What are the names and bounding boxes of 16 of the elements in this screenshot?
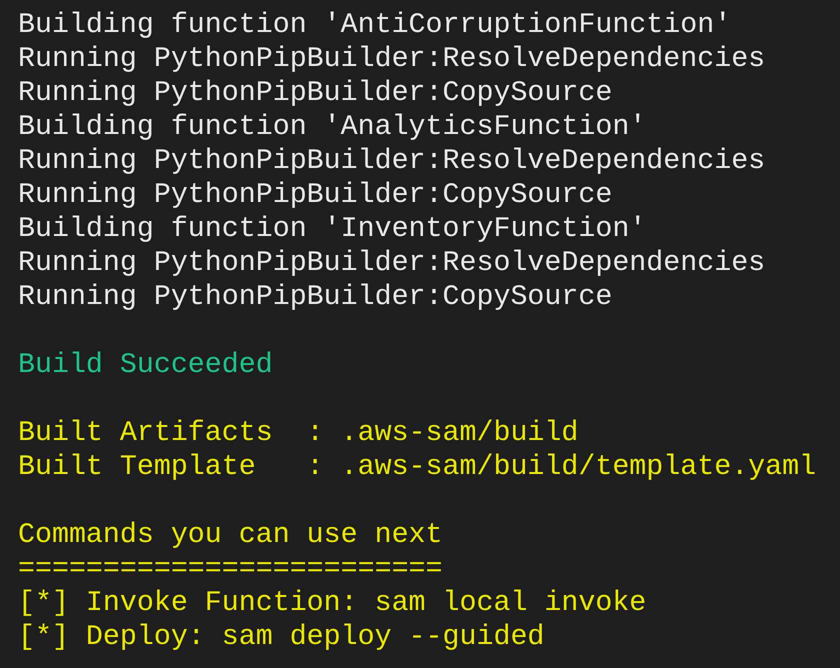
terminal-line: Running PythonPipBuilder:ResolveDependencies [18,246,766,280]
terminal-line: Building function 'AnalyticsFunction' [18,110,646,144]
terminal-line: Running PythonPipBuilder:CopySource [18,178,612,212]
terminal-line: Running PythonPipBuilder:CopySource [18,76,612,110]
terminal-line: [*] Deploy: sam deploy --guided [18,620,544,654]
terminal-line: Building function 'InventoryFunction' [18,212,646,246]
terminal-line: Building function 'AntiCorruptionFunction' [18,8,732,42]
terminal-line: Running PythonPipBuilder:ResolveDependencies [18,144,766,178]
terminal-line: [*] Invoke Function: sam local invoke [18,586,646,620]
terminal-line: ========================= [18,552,443,586]
terminal-line: Running PythonPipBuilder:CopySource [18,280,612,314]
terminal-line: Built Template : .aws-sam/build/template.yaml [18,450,816,484]
terminal-line: Built Artifacts : .aws-sam/build [18,416,578,450]
terminal-line: Running PythonPipBuilder:ResolveDependencies [18,42,766,76]
terminal-line: Commands you can use next [18,518,443,552]
success-message: Build Succeeded [18,348,273,382]
